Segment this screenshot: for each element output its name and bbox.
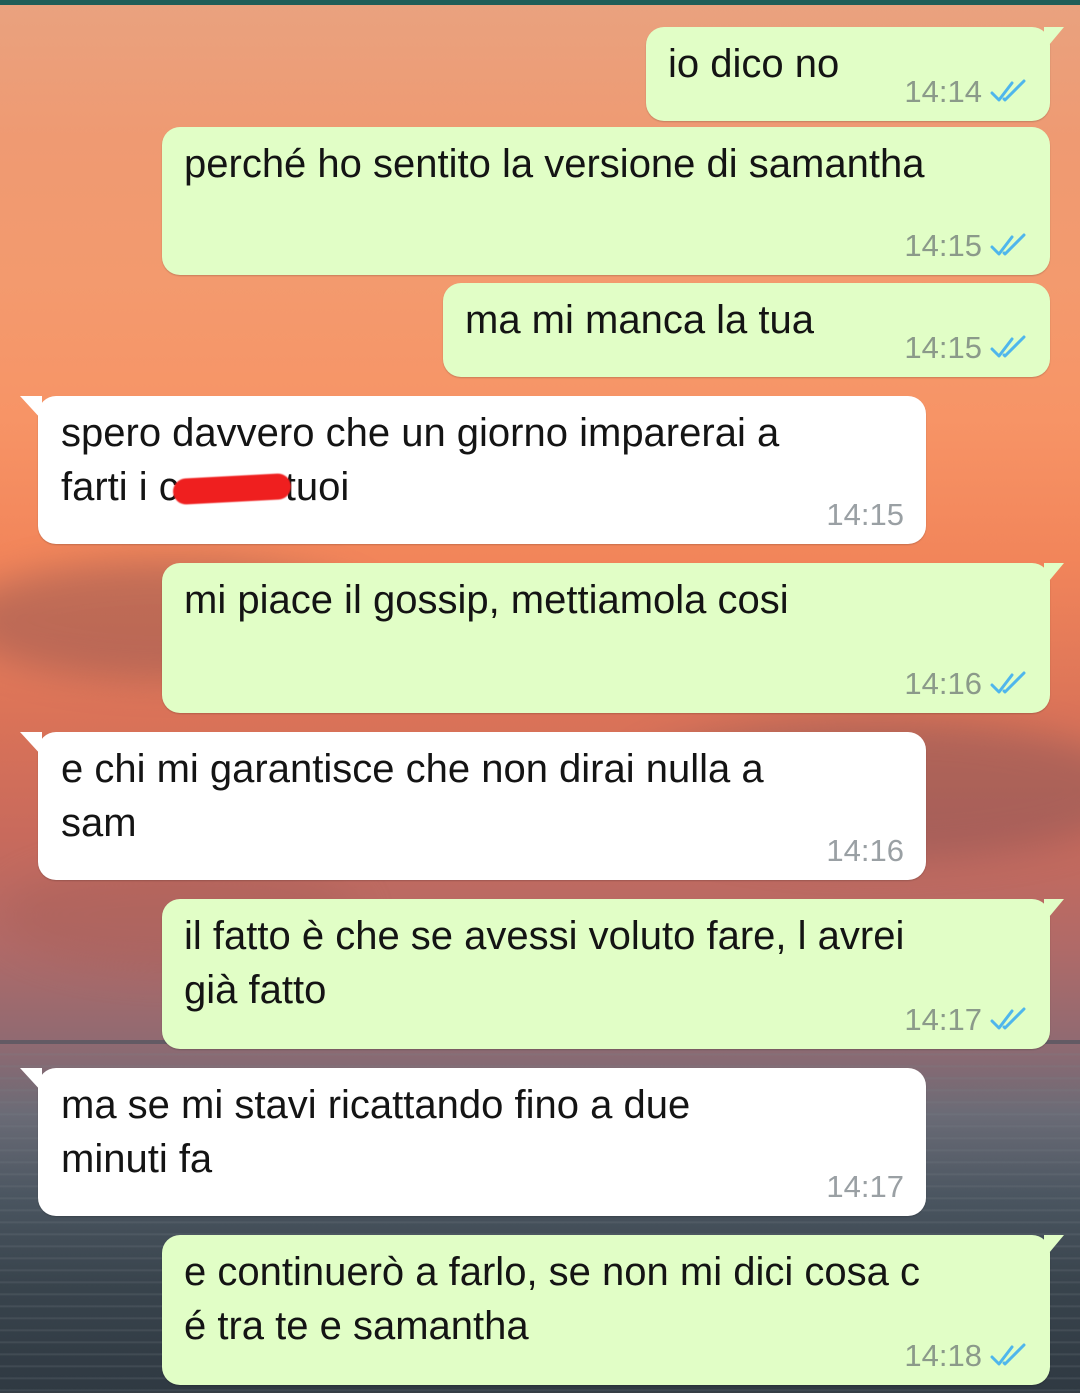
message-text: il fatto è che se avessi voluto fare, l … xyxy=(184,914,905,1012)
incoming-message[interactable]: ma se mi stavi ricattando fino a due min… xyxy=(20,1068,926,1216)
double-check-icon xyxy=(990,1007,1026,1030)
bubble-tail xyxy=(1044,27,1064,51)
double-check-icon xyxy=(990,671,1026,694)
outgoing-message[interactable]: e continuerò a farlo, se non mi dici cos… xyxy=(162,1235,1064,1385)
message-time: 14:15 xyxy=(826,497,904,532)
message-meta: 14:17 xyxy=(826,1170,904,1204)
message-meta: 14:17 xyxy=(904,1003,1028,1037)
double-check-icon xyxy=(990,335,1026,358)
message-time: 14:15 xyxy=(904,330,982,365)
message-line: spero davvero che un giorno imparerai a xyxy=(61,411,780,455)
message-time: 14:14 xyxy=(904,74,982,109)
outgoing-message[interactable]: perché ho sentito la versione di samanth… xyxy=(162,127,1050,275)
bubble-tail xyxy=(20,732,42,756)
message-meta: 14:15 xyxy=(904,229,1028,263)
double-check-icon xyxy=(990,233,1026,256)
outgoing-message[interactable]: io dico no 14:14 xyxy=(646,27,1064,121)
message-text: e chi mi garantisce che non dirai nulla … xyxy=(61,747,764,845)
incoming-message[interactable]: e chi mi garantisce che non dirai nulla … xyxy=(20,732,926,880)
message-text: perché ho sentito la versione di samanth… xyxy=(184,142,925,186)
app-header-edge xyxy=(0,0,1080,5)
bubble-tail xyxy=(20,1068,42,1092)
double-check-icon xyxy=(990,1343,1026,1366)
bubble-tail xyxy=(1044,899,1064,923)
bubble-tail xyxy=(20,396,42,420)
bubble-tail xyxy=(1044,1235,1064,1259)
message-meta: 14:18 xyxy=(904,1339,1028,1373)
message-line-start: farti i c xyxy=(61,465,179,509)
outgoing-message[interactable]: ma mi manca la tua 14:15 xyxy=(443,283,1050,377)
outgoing-message[interactable]: mi piace il gossip, mettiamola cosi 14:1… xyxy=(162,563,1064,713)
message-line-end: tuoi xyxy=(284,465,350,509)
incoming-message[interactable]: spero davvero che un giorno imparerai a … xyxy=(20,396,926,544)
bubble-tail xyxy=(1044,563,1064,587)
red-scribble-redaction xyxy=(172,473,292,506)
message-time: 14:17 xyxy=(826,1169,904,1204)
message-text: e continuerò a farlo, se non mi dici cos… xyxy=(184,1250,920,1348)
message-meta: 14:16 xyxy=(904,667,1028,701)
outgoing-message[interactable]: il fatto è che se avessi voluto fare, l … xyxy=(162,899,1064,1049)
message-time: 14:15 xyxy=(904,228,982,263)
double-check-icon xyxy=(990,79,1026,102)
message-meta: 14:15 xyxy=(904,331,1028,365)
message-text: spero davvero che un giorno imparerai a … xyxy=(61,406,902,514)
message-time: 14:18 xyxy=(904,1338,982,1373)
message-time: 14:17 xyxy=(904,1002,982,1037)
message-meta: 14:16 xyxy=(826,834,904,868)
message-meta: 14:15 xyxy=(826,498,904,532)
message-time: 14:16 xyxy=(904,666,982,701)
message-text: mi piace il gossip, mettiamola cosi xyxy=(184,578,789,622)
message-text: ma se mi stavi ricattando fino a due min… xyxy=(61,1083,691,1181)
message-time: 14:16 xyxy=(826,833,904,868)
message-meta: 14:14 xyxy=(904,75,1028,109)
